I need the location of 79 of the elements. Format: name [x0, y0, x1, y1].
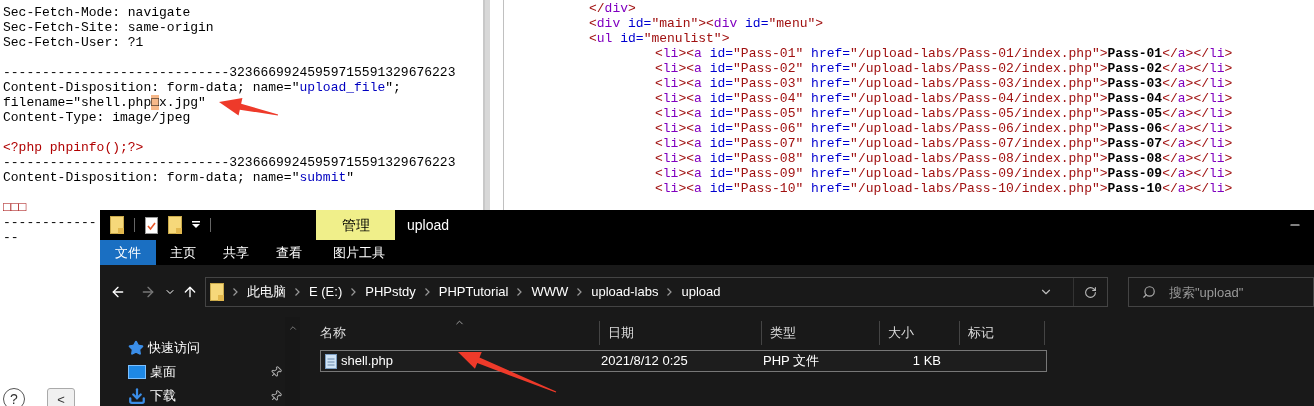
request-line: Sec-Fetch-User: ?1	[3, 35, 144, 50]
text-file-icon	[325, 353, 337, 369]
column-header[interactable]: 日期	[600, 321, 762, 345]
source-line: <ul id="menulist">	[589, 31, 730, 46]
folder-icon	[110, 216, 124, 234]
file-name: shell.php	[341, 352, 394, 371]
chevron-right-icon	[424, 288, 430, 296]
request-line: Content-Disposition: form-data; name="submit"	[3, 170, 355, 185]
scroll-up-icon[interactable]	[287, 323, 298, 333]
search-icon	[1142, 285, 1156, 299]
folder-icon	[210, 283, 224, 301]
nav-item[interactable]: 快速访问	[100, 338, 285, 358]
source-line: <li><a id="Pass-10" href="/upload-labs/Pass-10/index.php">Pass-10</a></li>	[655, 181, 1233, 196]
file-date: 2021/8/12 0:25	[601, 352, 689, 371]
chevron-right-icon	[667, 288, 673, 296]
file-type: PHP 文件	[763, 352, 821, 371]
context-tab-label: 管理	[316, 210, 395, 240]
request-line: □□□	[3, 200, 27, 215]
folder-icon	[168, 216, 182, 234]
window-title: upload	[407, 215, 450, 235]
source-line: <li><a id="Pass-03" href="/upload-labs/Pass-03/index.php">Pass-03</a></li>	[655, 76, 1233, 91]
source-line: <li><a id="Pass-04" href="/upload-labs/Pass-04/index.php">Pass-04</a></li>	[655, 91, 1233, 106]
document-check-icon	[145, 216, 158, 234]
annotation-arrow	[219, 97, 279, 116]
request-line: --	[3, 230, 19, 245]
source-line: </div>	[589, 1, 636, 16]
source-line: <li><a id="Pass-07" href="/upload-labs/Pass-07/index.php">Pass-07</a></li>	[655, 136, 1233, 151]
nav-item[interactable]: 桌面	[100, 362, 285, 382]
source-line: <li><a id="Pass-06" href="/upload-labs/Pass-06/index.php">Pass-06</a></li>	[655, 121, 1233, 136]
download-icon	[128, 387, 146, 405]
request-line: -----------------------------32366699245959715591329676223	[3, 65, 456, 80]
breadcrumb-item[interactable]: upload	[681, 282, 721, 302]
up-icon[interactable]	[182, 284, 198, 300]
breadcrumb-item[interactable]: PHPstdy	[365, 282, 416, 302]
column-header[interactable]: 标记	[960, 321, 1045, 345]
breadcrumb-item[interactable]: WWW	[531, 282, 569, 302]
file-row[interactable]: shell.php 2021/8/12 0:25 PHP 文件 1 KB	[320, 350, 1047, 372]
dropdown-icon	[192, 221, 200, 229]
source-line: <div id="main"><div id="menu">	[589, 16, 824, 31]
source-line: <li><a id="Pass-09" href="/upload-labs/Pass-09/index.php">Pass-09</a></li>	[655, 166, 1233, 181]
ribbon-tab[interactable]: 查看	[262, 240, 315, 265]
source-line: <li><a id="Pass-05" href="/upload-labs/Pass-05/index.php">Pass-05</a></li>	[655, 106, 1233, 121]
chevron-right-icon	[517, 288, 523, 296]
search-field[interactable]: 搜索"upload"	[1128, 277, 1314, 307]
request-line: -----------------------------32366699245959715591329676223	[3, 155, 456, 170]
chevron-right-icon	[233, 288, 238, 296]
breadcrumb-item[interactable]: E (E:)	[309, 282, 343, 302]
column-header[interactable]: 名称	[312, 321, 600, 345]
request-line: Content-Disposition: form-data; name="upload_file";	[3, 80, 401, 95]
column-header[interactable]: 类型	[762, 321, 880, 345]
request-line: Sec-Fetch-Mode: navigate	[3, 5, 191, 20]
breadcrumb-item[interactable]: PHPTutorial	[438, 282, 509, 302]
desktop-icon	[128, 365, 146, 379]
request-line: <?php phpinfo();?>	[3, 140, 144, 155]
breadcrumb-item[interactable]: 此电脑	[247, 282, 286, 302]
source-line: <li><a id="Pass-08" href="/upload-labs/Pass-08/index.php">Pass-08</a></li>	[655, 151, 1233, 166]
request-line: ------------	[3, 215, 97, 230]
forward-icon[interactable]	[140, 284, 156, 300]
star-icon	[128, 340, 144, 356]
ribbon-tab[interactable]: 主页	[156, 240, 209, 265]
nav-item[interactable]: 下载	[100, 386, 285, 406]
source-line: <li><a id="Pass-01" href="/upload-labs/Pass-01/index.php">Pass-01</a></li>	[655, 46, 1233, 61]
breadcrumb-item[interactable]: upload-labs	[591, 282, 659, 302]
file-size: 1 KB	[911, 352, 941, 371]
back-icon[interactable]	[110, 284, 126, 300]
ribbon-tab[interactable]: 图片工具	[319, 240, 398, 265]
request-line: Sec-Fetch-Site: same-origin	[3, 20, 214, 35]
address-bar[interactable]: 此电脑 E (E:) PHPstdy PHPTutorial WWW upload-labs upload	[205, 277, 1108, 307]
ribbon-tab[interactable]: 共享	[209, 240, 262, 265]
chevron-right-icon	[351, 288, 357, 296]
request-line: Content-Type: image/jpeg	[3, 110, 191, 125]
chevron-right-icon	[577, 288, 583, 296]
chevron-right-icon	[295, 288, 300, 296]
source-line: <li><a id="Pass-02" href="/upload-labs/Pass-02/index.php">Pass-02</a></li>	[655, 61, 1233, 76]
column-header[interactable]: 大小	[880, 321, 960, 345]
help-button[interactable]: ?	[3, 388, 25, 406]
request-line: filename="shell.php□x.jpg"	[3, 95, 206, 110]
back-button[interactable]: <	[47, 388, 75, 406]
refresh-icon[interactable]	[1084, 285, 1097, 299]
